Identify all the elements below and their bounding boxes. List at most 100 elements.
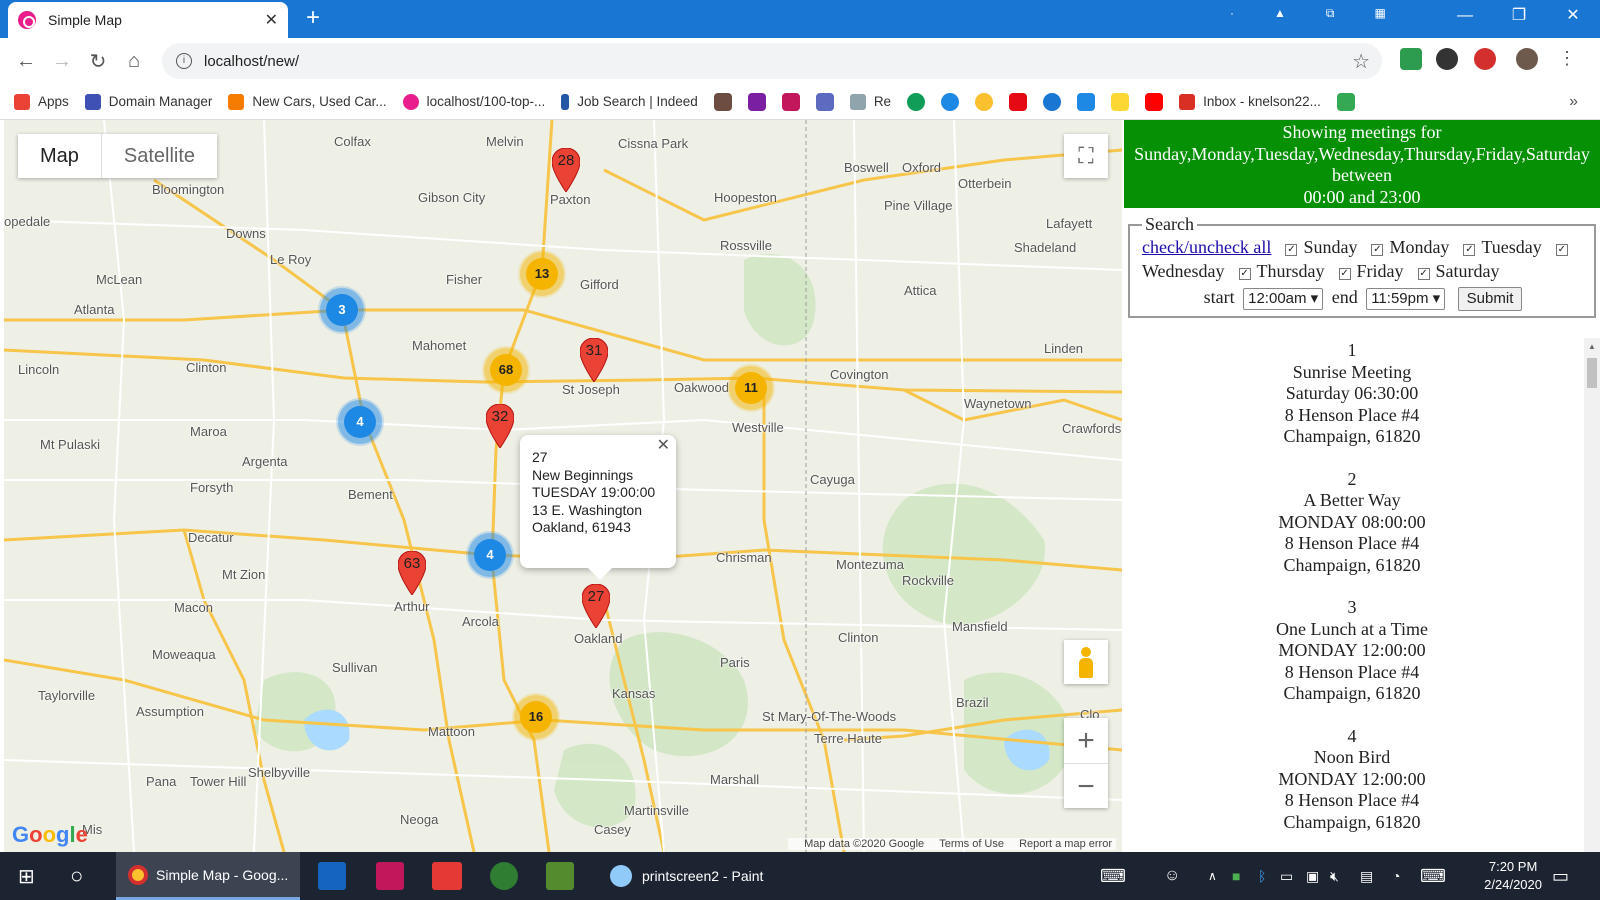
- tab-close-icon[interactable]: ✕: [265, 10, 278, 30]
- system-clock[interactable]: 7:20 PM 2/24/2020: [1484, 858, 1542, 894]
- bookmark-domain-manager[interactable]: Domain Manager: [84, 93, 212, 110]
- saturday-checkbox[interactable]: ✓: [1417, 268, 1430, 280]
- cluster-marker[interactable]: 4: [466, 531, 514, 579]
- extension-moon-icon[interactable]: [1436, 48, 1458, 70]
- bookmark-messenger-icon[interactable]: [941, 92, 960, 111]
- pin-marker[interactable]: 31: [580, 338, 608, 382]
- site-info-icon[interactable]: i: [176, 53, 192, 69]
- bookmark-indeed[interactable]: Job Search | Indeed: [561, 93, 698, 110]
- tool-pin-icon[interactable]: ▲: [1274, 6, 1286, 21]
- tool-restore-icon[interactable]: ⧉: [1326, 6, 1335, 21]
- info-window-close-icon[interactable]: ✕: [657, 437, 670, 455]
- bookmark-star-icon[interactable]: ☆: [1352, 49, 1370, 74]
- window-close-icon[interactable]: ✕: [1546, 0, 1600, 32]
- extension-green-icon[interactable]: [1400, 48, 1422, 70]
- map-type-map-button[interactable]: Map: [18, 134, 101, 178]
- show-hidden-icons[interactable]: ∧: [1208, 852, 1217, 900]
- bookmark-p-icon[interactable]: [781, 92, 800, 111]
- bookmark-note-icon[interactable]: [1111, 92, 1130, 111]
- bookmark-book-icon[interactable]: [713, 92, 732, 111]
- tool-dot-icon[interactable]: ·: [1230, 6, 1234, 21]
- bluetooth-icon[interactable]: ᛒ: [1258, 852, 1266, 900]
- browser-tab[interactable]: Simple Map ✕: [8, 2, 288, 38]
- tray-p-icon[interactable]: ▣: [1306, 852, 1319, 900]
- search-circle-icon[interactable]: ○: [70, 852, 83, 900]
- cluster-marker[interactable]: 4: [336, 398, 384, 446]
- scrollbar-thumb[interactable]: [1587, 358, 1597, 388]
- meeting-list-scrollbar[interactable]: ▲: [1584, 338, 1600, 852]
- new-tab-icon[interactable]: +: [306, 6, 320, 30]
- bookmark-history-icon[interactable]: [1043, 92, 1062, 111]
- taskbar-p-app-icon[interactable]: [318, 862, 346, 890]
- cluster-marker[interactable]: 3: [318, 286, 366, 334]
- end-time-select[interactable]: 11:59pm ▾: [1366, 288, 1446, 310]
- bookmark-chrome-icon[interactable]: [975, 92, 994, 111]
- profile-avatar[interactable]: [1516, 48, 1538, 70]
- scroll-up-icon[interactable]: ▲: [1588, 342, 1596, 351]
- notifications-icon[interactable]: ▭: [1552, 852, 1569, 900]
- monday-checkbox[interactable]: ✓: [1371, 244, 1384, 256]
- url-text[interactable]: localhost/new/: [204, 53, 299, 70]
- pin-marker[interactable]: 63: [398, 551, 426, 595]
- cluster-marker[interactable]: 16: [512, 693, 560, 741]
- fullscreen-icon[interactable]: ⛶: [1064, 134, 1108, 178]
- minimize-icon[interactable]: —: [1438, 0, 1492, 32]
- bookmarks-overflow-icon[interactable]: »: [1569, 93, 1578, 111]
- terms-of-use-link[interactable]: Terms of Use: [939, 838, 1004, 850]
- tuesday-checkbox[interactable]: ✓: [1463, 244, 1476, 256]
- tray-window-icon[interactable]: ▤: [1360, 852, 1373, 900]
- bookmark-youtube-icon[interactable]: [1145, 92, 1164, 111]
- touch-keyboard-icon[interactable]: ⌨: [1100, 852, 1126, 900]
- bookmark-re[interactable]: Re: [849, 93, 891, 110]
- bookmark-new-cars[interactable]: New Cars, Used Car...: [228, 93, 387, 110]
- adblock-icon[interactable]: [1474, 48, 1496, 70]
- taskbar-we-icon[interactable]: [432, 862, 462, 890]
- reload-icon[interactable]: ↻: [80, 49, 116, 74]
- back-icon[interactable]: ←: [8, 50, 44, 73]
- friday-checkbox[interactable]: ✓: [1338, 268, 1351, 280]
- map-type-satellite-button[interactable]: Satellite: [100, 134, 218, 178]
- zoom-out-button[interactable]: −: [1064, 763, 1108, 808]
- bookmark-apps[interactable]: Apps: [14, 93, 69, 110]
- zoom-in-button[interactable]: +: [1064, 718, 1108, 763]
- cluster-marker[interactable]: 68: [482, 346, 530, 394]
- cluster-marker[interactable]: 13: [518, 250, 566, 298]
- address-bar[interactable]: i localhost/new/ ☆: [162, 43, 1382, 79]
- home-icon[interactable]: ⌂: [116, 50, 152, 73]
- cluster-marker[interactable]: 11: [727, 364, 775, 412]
- bookmark-heart-icon[interactable]: [747, 92, 766, 111]
- info-window[interactable]: ✕ 27 New Beginnings TUESDAY 19:00:00 13 …: [520, 435, 676, 580]
- forward-icon[interactable]: →: [44, 50, 80, 73]
- meeting-list[interactable]: 1 Sunrise Meeting Saturday 06:30:00 8 Henso…: [1128, 340, 1576, 852]
- menu-dots-icon[interactable]: ⋮: [1558, 48, 1576, 69]
- pin-marker[interactable]: 32: [486, 404, 514, 448]
- volume-muted-icon[interactable]: 🔇︎: [1330, 852, 1339, 900]
- start-time-select[interactable]: 12:00am ▾: [1243, 288, 1324, 310]
- check-uncheck-all-link[interactable]: check/uncheck all: [1142, 237, 1271, 257]
- bookmark-localhost[interactable]: localhost/100-top-...: [402, 93, 545, 110]
- input-keyboard-icon[interactable]: ⌨: [1420, 852, 1446, 900]
- submit-button[interactable]: Submit: [1457, 287, 1523, 311]
- maximize-icon[interactable]: ❐: [1492, 0, 1546, 32]
- bookmark-maps-icon[interactable]: [1336, 92, 1355, 111]
- windows-start-icon[interactable]: ⊞: [18, 852, 35, 900]
- bookmark-inbox[interactable]: Inbox - knelson22...: [1179, 93, 1321, 110]
- pin-marker[interactable]: 28: [552, 148, 580, 192]
- taskbar-photos-icon[interactable]: [376, 862, 404, 890]
- wednesday-checkbox[interactable]: ✓: [1555, 244, 1568, 256]
- tool-grid-icon[interactable]: ▦: [1374, 6, 1385, 21]
- tray-app-icon[interactable]: ■: [1232, 852, 1240, 900]
- taskbar-sheet-icon[interactable]: [546, 862, 574, 890]
- bookmark-phone-icon[interactable]: [907, 92, 926, 111]
- bookmark-lines-icon[interactable]: [815, 92, 834, 111]
- pin-marker[interactable]: 27: [582, 584, 610, 628]
- taskbar-chrome-window[interactable]: Simple Map - Goog...: [116, 852, 300, 900]
- report-map-error-link[interactable]: Report a map error: [1019, 838, 1112, 850]
- thursday-checkbox[interactable]: ✓: [1238, 268, 1251, 280]
- battery-icon[interactable]: ▭: [1280, 852, 1293, 900]
- map-canvas[interactable]: Colfax Melvin Cissna Park Bloomington Gibson…: [4, 120, 1122, 852]
- people-icon[interactable]: ☺: [1164, 852, 1180, 900]
- sunday-checkbox[interactable]: ✓: [1285, 244, 1298, 256]
- wifi-icon[interactable]: ◔: [1392, 852, 1400, 900]
- taskbar-paint-window[interactable]: printscreen2 - Paint: [600, 852, 782, 900]
